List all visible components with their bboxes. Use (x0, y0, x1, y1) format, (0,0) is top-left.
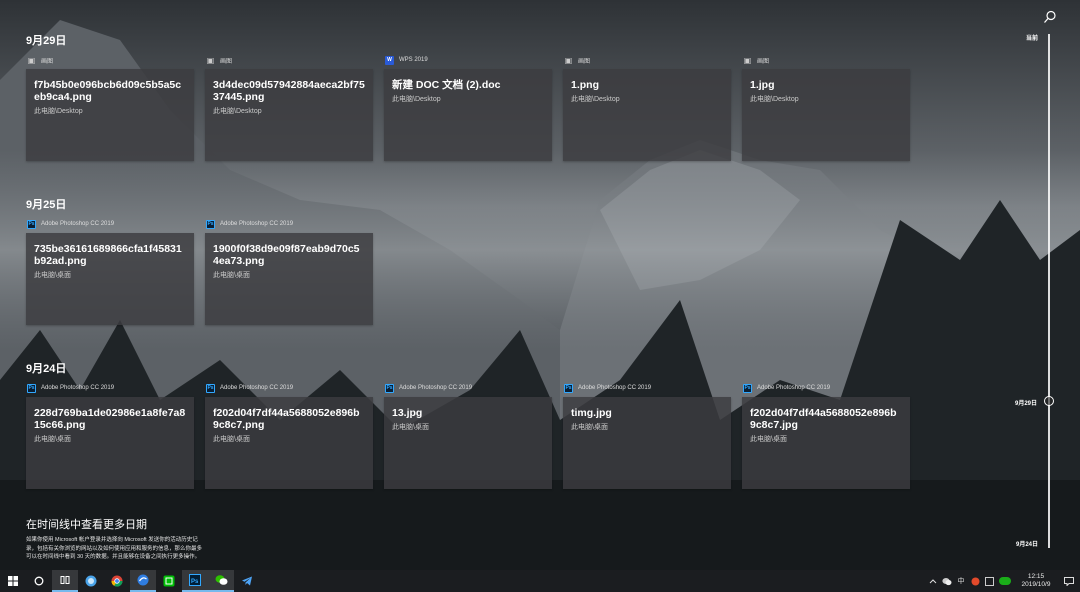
timeline-now-label[interactable]: 当前 (998, 33, 1038, 42)
sync-icon[interactable] (982, 570, 996, 592)
activity-row: ▣ 画图 f7b45b0e096bcb6d09c5b5a5ceb9ca4.png 此… (26, 53, 910, 161)
card-path: 此电脑\Desktop (750, 96, 799, 103)
activity-card[interactable]: Ps Adobe Photoshop CC 2019 timg.jpg 此电脑\桌面 (563, 381, 731, 489)
timeline-scrollbar[interactable] (1048, 34, 1050, 548)
card-path: 此电脑\Desktop (34, 108, 83, 115)
timeline-current-label[interactable]: 9月29日 (997, 398, 1037, 407)
activity-card[interactable]: ▣ 画图 3d4dec09d57942884aeca2bf7537445.png 此… (205, 53, 373, 161)
telegram-icon[interactable] (234, 570, 260, 592)
task-view-icon[interactable] (52, 570, 78, 592)
card-title: 1900f0f38d9e09f87eab9d70c54ea73.png (213, 243, 360, 267)
app-name: 画图 (220, 58, 233, 65)
activity-card[interactable]: Ps Adobe Photoshop CC 2019 735be361616898… (26, 217, 194, 325)
app-name: Adobe Photoshop CC 2019 (41, 221, 115, 227)
card-path: 此电脑\桌面 (213, 436, 250, 443)
card-title: 1.jpg (750, 79, 775, 91)
card-title: f202d04f7df44a5688052e896b9c8c7.png (213, 407, 360, 431)
card-path: 此电脑\桌面 (750, 436, 787, 443)
wps-icon: W (385, 55, 394, 65)
photoshop-icon: Ps (385, 383, 394, 393)
cortana-icon[interactable] (26, 570, 52, 592)
ime-indicator[interactable]: 中 (954, 570, 968, 592)
card-path: 此电脑\桌面 (571, 424, 608, 431)
chevron-up-icon[interactable] (926, 570, 940, 592)
activity-card[interactable]: ▣ 画图 f7b45b0e096bcb6d09c5b5a5ceb9ca4.png 此… (26, 53, 194, 161)
app-name: 画图 (578, 58, 591, 65)
app-name: Adobe Photoshop CC 2019 (578, 385, 652, 391)
card-title: 13.jpg (392, 407, 423, 419)
clock-time: 12:15 (1027, 573, 1045, 580)
svg-text:Ps: Ps (191, 579, 199, 585)
chrome-icon[interactable] (104, 570, 130, 592)
app-name: Adobe Photoshop CC 2019 (757, 385, 831, 391)
wechat-tray-icon[interactable] (940, 570, 954, 592)
card-path: 此电脑\桌面 (34, 436, 71, 443)
qq-browser-icon[interactable] (78, 570, 104, 592)
app-name: Adobe Photoshop CC 2019 (220, 221, 294, 227)
wechat-icon[interactable] (208, 570, 234, 592)
timeline-handle[interactable] (1044, 396, 1054, 406)
app-name: WPS 2019 (399, 57, 428, 63)
app-name: Adobe Photoshop CC 2019 (220, 385, 294, 391)
timeline-view: 9月29日 ▣ 画图 f7b45b0e096bcb6d09c5b5a5ceb9ca… (0, 0, 1080, 570)
app-name: 画图 (757, 58, 770, 65)
start-icon[interactable] (0, 570, 26, 592)
system-tray: 中 12:15 2019/10/9 (926, 570, 1080, 592)
image-app-icon: ▣ (206, 55, 215, 65)
sogou-browser-icon[interactable] (130, 570, 156, 592)
activity-card[interactable]: Ps Adobe Photoshop CC 2019 1900f0f38d9e09… (205, 217, 373, 325)
photoshop-icon: Ps (206, 219, 215, 229)
card-path: 此电脑\桌面 (213, 272, 250, 279)
photoshop-icon: Ps (27, 383, 36, 393)
iqiyi-icon[interactable] (156, 570, 182, 592)
app-name: 画图 (41, 58, 54, 65)
photoshop-icon: Ps (27, 219, 36, 229)
more-dates-description: 如果你使用 Microsoft 帐户登录并选择向 Microsoft 发送你的活… (26, 537, 203, 560)
app-name: Adobe Photoshop CC 2019 (399, 385, 473, 391)
activity-card[interactable]: Ps Adobe Photoshop CC 2019 f202d04f7df44a… (742, 381, 910, 489)
card-path: 此电脑\Desktop (392, 96, 441, 103)
clock[interactable]: 12:15 2019/10/9 (1014, 573, 1058, 589)
card-path: 此电脑\桌面 (34, 272, 71, 279)
activity-row: Ps Adobe Photoshop CC 2019 228d769ba1de02… (26, 381, 910, 489)
card-title: 1.png (571, 79, 599, 91)
timeline-bottom-label[interactable]: 9月24日 (998, 539, 1038, 548)
card-title: f7b45b0e096bcb6d09c5b5a5ceb9ca4.png (34, 79, 182, 103)
date-heading: 9月24日 (26, 363, 67, 375)
date-heading: 9月25日 (26, 199, 67, 211)
photoshop-icon: Ps (743, 383, 752, 393)
clock-date: 2019/10/9 (1021, 581, 1051, 588)
app-name: Adobe Photoshop CC 2019 (41, 385, 115, 391)
activity-row: Ps Adobe Photoshop CC 2019 735be361616898… (26, 217, 373, 325)
card-path: 此电脑\Desktop (571, 96, 620, 103)
photoshop-icon: Ps (564, 383, 573, 393)
photoshop-icon[interactable]: Ps (182, 570, 208, 592)
activity-card[interactable]: Ps Adobe Photoshop CC 2019 13.jpg 此电脑\桌面 (384, 381, 552, 489)
image-app-icon: ▣ (564, 55, 573, 65)
date-heading: 9月29日 (26, 35, 67, 47)
activity-card[interactable]: Ps Adobe Photoshop CC 2019 228d769ba1de02… (26, 381, 194, 489)
taskbar: Ps 中 12:15 2019/10/9 (0, 570, 1080, 592)
activity-card[interactable]: ▣ 画图 1.jpg 此电脑\Desktop (742, 53, 910, 161)
card-title: 228d769ba1de02986e1a8fe7a815c66.png (34, 407, 186, 431)
card-title: f202d04f7df44a5688052e896b9c8c7.jpg (750, 407, 897, 431)
card-title: timg.jpg (571, 407, 612, 419)
card-title: 新建 DOC 文档 (2).doc (392, 79, 501, 91)
card-title: 3d4dec09d57942884aeca2bf7537445.png (213, 79, 365, 103)
sogou-ime-icon[interactable] (968, 570, 982, 592)
image-app-icon: ▣ (27, 55, 36, 65)
notification-icon[interactable] (1058, 570, 1080, 592)
card-path: 此电脑\Desktop (213, 108, 262, 115)
card-title: 735be36161689866cfa1f45831b92ad.png (34, 243, 182, 267)
activity-card[interactable]: Ps Adobe Photoshop CC 2019 f202d04f7df44a… (205, 381, 373, 489)
image-app-icon: ▣ (743, 55, 752, 65)
search-icon[interactable] (1043, 10, 1057, 24)
wechat-work-icon[interactable] (996, 570, 1014, 592)
activity-card[interactable]: ▣ 画图 1.png 此电脑\Desktop (563, 53, 731, 161)
more-dates-title[interactable]: 在时间线中查看更多日期 (26, 516, 147, 532)
photoshop-icon: Ps (206, 383, 215, 393)
activity-card[interactable]: W WPS 2019 新建 DOC 文档 (2).doc 此电脑\Desktop (384, 53, 552, 161)
card-path: 此电脑\桌面 (392, 424, 429, 431)
